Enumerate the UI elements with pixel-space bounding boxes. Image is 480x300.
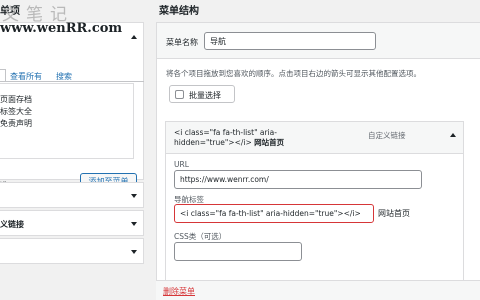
pages-list: 页面存档 标签大全 免责声明 xyxy=(0,83,134,159)
url-label: URL xyxy=(174,160,189,169)
bulk-select-label: 批量选择 xyxy=(189,91,221,100)
categories-section[interactable] xyxy=(0,238,144,264)
menu-structure-panel: 菜单名称 导航 将各个项目拖放到您喜欢的顺序。点击项目右边的箭头可显示其他配置选… xyxy=(156,22,480,300)
url-input[interactable]: https://www.wenrr.com/ xyxy=(174,170,422,189)
watermark-url: www.wenRR.com xyxy=(0,21,123,36)
menu-structure-heading: 菜单结构 xyxy=(159,6,199,17)
menu-name-row: 菜单名称 导航 xyxy=(157,23,480,59)
custom-links-section-label: 义链接 xyxy=(0,220,24,229)
expand-arrow-icon[interactable] xyxy=(131,250,137,254)
tabs-divider xyxy=(0,81,144,82)
expand-arrow-icon[interactable] xyxy=(131,222,137,226)
delete-menu-link[interactable]: 删除菜单 xyxy=(163,286,195,297)
menu-instructions: 将各个项目拖放到您喜欢的顺序。点击项目右边的箭头可显示其他配置选项。 xyxy=(166,69,421,78)
nav-label-input[interactable]: <i class="fa fa-th-list" aria-hidden="tr… xyxy=(174,204,374,223)
menu-item-title-text: 网站首页 xyxy=(254,138,285,147)
collapse-arrow-icon[interactable] xyxy=(131,35,137,39)
menu-name-input[interactable]: 导航 xyxy=(204,32,376,50)
bulk-select-checkbox[interactable] xyxy=(175,90,184,99)
menu-item: <i class="fa fa-th-list" aria-hidden="tr… xyxy=(165,121,464,281)
add-menu-items-column: 查看所有 搜索 页面存档 标签大全 免责声明 选 添加至菜单 义链接 单项 文笔… xyxy=(0,0,144,300)
menu-name-label: 菜单名称 xyxy=(166,38,198,47)
menu-item-handle[interactable]: <i class="fa fa-th-list" aria-hidden="tr… xyxy=(166,122,463,154)
list-item[interactable]: 标签大全 xyxy=(0,106,133,118)
posts-section[interactable] xyxy=(0,182,144,208)
pages-panel: 查看所有 搜索 页面存档 标签大全 免责声明 选 添加至菜单 xyxy=(0,22,144,191)
menu-item-type: 自定义链接 xyxy=(368,131,406,140)
custom-links-section[interactable]: 义链接 xyxy=(0,210,144,236)
nav-label-suffix: 网站首页 xyxy=(376,208,412,219)
expand-arrow-icon[interactable] xyxy=(131,194,137,198)
menu-footer: 删除菜单 xyxy=(156,280,480,300)
list-item[interactable]: 页面存档 xyxy=(0,94,133,106)
menu-item-title: <i class="fa fa-th-list" aria-hidden="tr… xyxy=(174,128,304,148)
css-class-input[interactable] xyxy=(174,242,302,261)
pages-tabs: 查看所有 搜索 xyxy=(0,69,144,82)
css-class-label: CSS类（可选） xyxy=(174,232,227,241)
list-item[interactable]: 免责声明 xyxy=(0,118,133,130)
collapse-arrow-icon[interactable] xyxy=(450,133,456,137)
bulk-select-button[interactable]: 批量选择 xyxy=(169,85,235,103)
